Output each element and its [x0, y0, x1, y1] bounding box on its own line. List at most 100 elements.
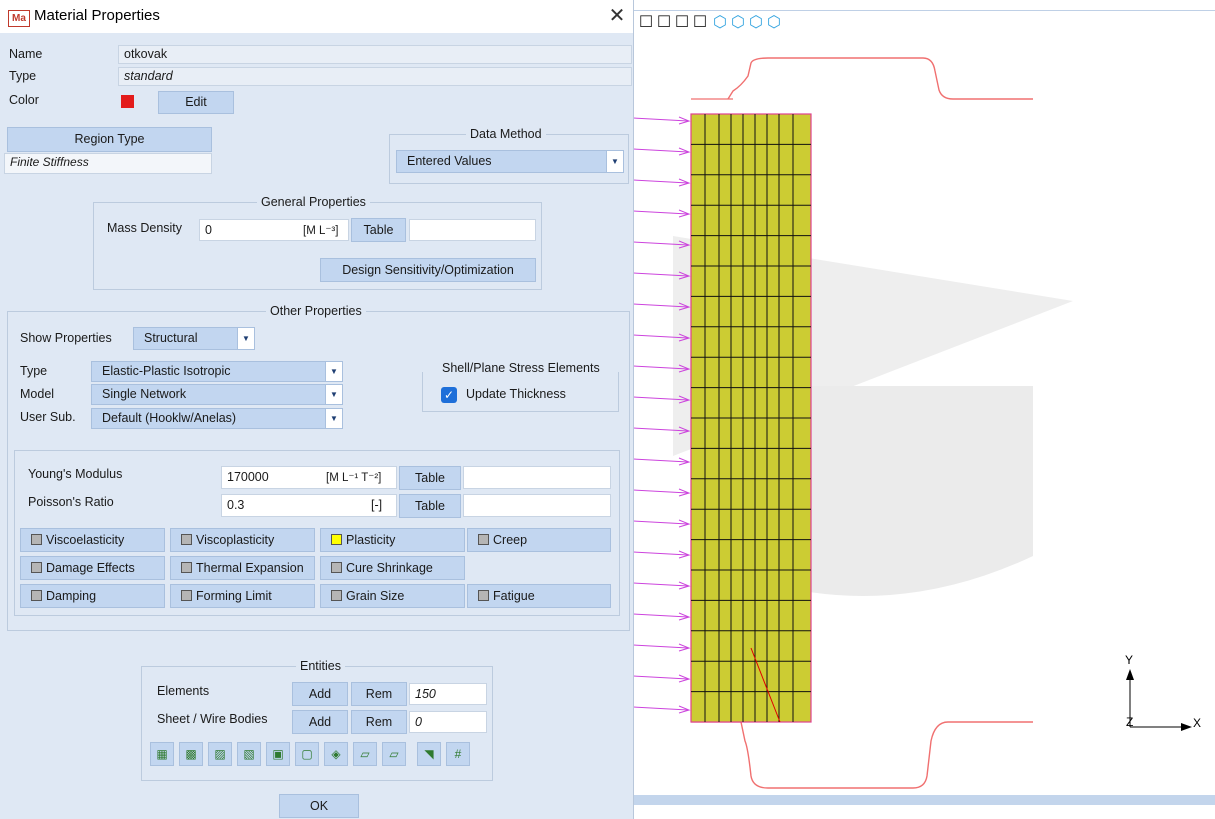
option-label: Forming Limit	[196, 589, 272, 603]
load-arrow	[633, 489, 689, 494]
show-properties-dropdown[interactable]: Structural ▼	[133, 327, 255, 350]
mass-density-unit: [M L⁻³]	[303, 225, 339, 237]
view-iso-3-icon[interactable]: ☐	[673, 14, 691, 32]
option-label: Damping	[46, 589, 97, 603]
load-arrow	[633, 117, 689, 122]
load-arrow	[633, 675, 689, 680]
youngs-modulus-label: Young's Modulus	[28, 467, 123, 481]
poissons-ratio-label: Poisson's Ratio	[28, 495, 114, 509]
chevron-down-icon: ▼	[237, 328, 254, 349]
option-viscoelasticity[interactable]: Viscoelasticity	[20, 528, 165, 552]
load-arrow	[633, 644, 689, 649]
youngs-table-field	[463, 466, 611, 489]
select-faces-icon[interactable]: ▩	[179, 742, 203, 766]
option-cure-shrinkage[interactable]: Cure Shrinkage	[320, 556, 465, 580]
elements-add-button[interactable]: Add	[292, 682, 348, 706]
view-iso-2-icon[interactable]: ☐	[655, 14, 673, 32]
status-indicator-icon	[31, 590, 42, 601]
view-toolbar: ☐ ☐ ☐ ☐ ⬡ ⬡ ⬡ ⬡	[633, 10, 1215, 37]
type-label: Type	[9, 69, 37, 83]
status-indicator-icon	[478, 534, 489, 545]
data-method-dropdown[interactable]: Entered Values ▼	[396, 150, 624, 173]
show-properties-value: Structural	[144, 331, 198, 345]
view-iso-1-icon[interactable]: ☐	[637, 14, 655, 32]
option-forming-limit[interactable]: Forming Limit	[170, 584, 315, 608]
color-edit-button[interactable]: Edit	[158, 91, 234, 114]
elements-count: 150	[409, 683, 487, 705]
status-indicator-icon	[331, 590, 342, 601]
view-cube-2-icon[interactable]: ⬡	[729, 14, 747, 32]
option-label: Creep	[493, 533, 528, 547]
elements-label: Elements	[157, 684, 210, 698]
poisson-table-button[interactable]: Table	[399, 494, 461, 518]
select-region-icon[interactable]: ◈	[324, 742, 348, 766]
youngs-table-button[interactable]: Table	[399, 466, 461, 490]
elements-rem-button[interactable]: Rem	[351, 682, 407, 706]
update-thickness-label: Update Thickness	[466, 387, 566, 401]
update-thickness-checkbox[interactable]: ✓	[441, 387, 457, 403]
option-label: Plasticity	[346, 533, 396, 547]
axis-z-label: Z	[1126, 715, 1133, 729]
model-viewport[interactable]: ☐ ☐ ☐ ☐ ⬡ ⬡ ⬡ ⬡ Y X Z	[633, 0, 1215, 819]
type-field: standard	[118, 67, 632, 86]
general-properties-label: General Properties	[257, 195, 370, 209]
option-grain-size[interactable]: Grain Size	[320, 584, 465, 608]
workpiece-mesh	[690, 113, 812, 723]
user-sub-dropdown[interactable]: Default (Hooklw/Anelas) ▼	[91, 408, 343, 429]
option-damage-effects[interactable]: Damage Effects	[20, 556, 165, 580]
option-damping[interactable]: Damping	[20, 584, 165, 608]
youngs-modulus-unit: [M L⁻¹ T⁻²]	[326, 472, 382, 484]
option-fatigue[interactable]: Fatigue	[467, 584, 611, 608]
load-arrow	[633, 706, 689, 711]
option-plasticity[interactable]: Plasticity	[320, 528, 465, 552]
status-indicator-icon	[331, 534, 342, 545]
sheet-add-button[interactable]: Add	[292, 710, 348, 734]
ok-button[interactable]: OK	[279, 794, 359, 818]
select-cursor-icon[interactable]: ◥	[417, 742, 441, 766]
data-method-value: Entered Values	[407, 154, 492, 168]
select-surface-icon[interactable]: ▱	[353, 742, 377, 766]
select-body-icon[interactable]: ▣	[266, 742, 290, 766]
poisson-table-field	[463, 494, 611, 517]
view-cube-4-icon[interactable]: ⬡	[765, 14, 783, 32]
region-type-value: Finite Stiffness	[4, 153, 212, 174]
chevron-down-icon: ▼	[325, 385, 342, 404]
show-properties-label: Show Properties	[20, 331, 112, 345]
axis-y-label: Y	[1125, 653, 1133, 667]
select-elements-icon[interactable]: ▦	[150, 742, 174, 766]
select-nodes-icon[interactable]: ▧	[237, 742, 261, 766]
load-arrow	[633, 551, 689, 556]
status-indicator-icon	[31, 562, 42, 573]
chevron-down-icon: ▼	[606, 151, 623, 172]
mass-density-table-button[interactable]: Table	[351, 218, 406, 242]
design-sensitivity-button[interactable]: Design Sensitivity/Optimization	[320, 258, 536, 282]
load-arrow	[633, 520, 689, 525]
status-indicator-icon	[331, 562, 342, 573]
option-viscoplasticity[interactable]: Viscoplasticity	[170, 528, 315, 552]
view-iso-4-icon[interactable]: ☐	[691, 14, 709, 32]
status-indicator-icon	[181, 590, 192, 601]
window-title: Material Properties	[34, 7, 160, 24]
view-cube-1-icon[interactable]: ⬡	[711, 14, 729, 32]
model-value: Single Network	[102, 387, 187, 401]
name-field[interactable]: otkovak	[118, 45, 632, 64]
load-arrow	[633, 458, 689, 463]
sheet-rem-button[interactable]: Rem	[351, 710, 407, 734]
title-bar[interactable]: Ma Material Properties ✕	[0, 0, 633, 33]
select-plane-icon[interactable]: ▱	[382, 742, 406, 766]
entities-label: Entities	[296, 659, 345, 673]
select-edges-icon[interactable]: ▨	[208, 742, 232, 766]
region-type-button[interactable]: Region Type	[7, 127, 212, 152]
color-swatch[interactable]	[121, 95, 134, 108]
view-cube-3-icon[interactable]: ⬡	[747, 14, 765, 32]
select-id-icon[interactable]: #	[446, 742, 470, 766]
option-thermal-expansion[interactable]: Thermal Expansion	[170, 556, 315, 580]
viewport-status-bar	[633, 795, 1215, 805]
close-icon[interactable]: ✕	[605, 4, 629, 28]
model-dropdown[interactable]: Single Network ▼	[91, 384, 343, 405]
option-label: Grain Size	[346, 589, 405, 603]
model-canvas[interactable]: Y X Z	[633, 36, 1215, 795]
material-type-dropdown[interactable]: Elastic-Plastic Isotropic ▼	[91, 361, 343, 382]
option-creep[interactable]: Creep	[467, 528, 611, 552]
select-box-icon[interactable]: ▢	[295, 742, 319, 766]
